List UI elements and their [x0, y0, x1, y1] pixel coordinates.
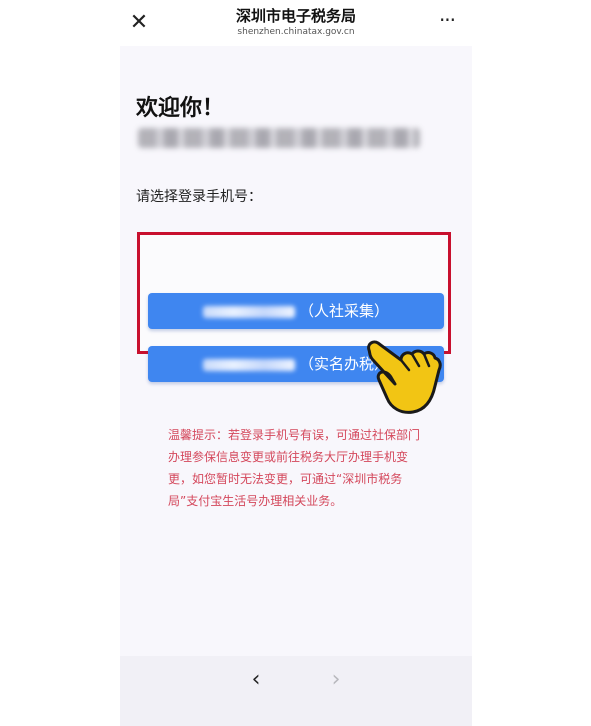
bottom-nav-bar: ‹ ›: [120, 656, 472, 726]
title-area: 深圳市电子税务局 shenzhen.chinatax.gov.cn: [180, 6, 412, 38]
more-icon[interactable]: ···: [436, 10, 458, 32]
close-icon[interactable]: ✕: [128, 12, 150, 34]
phone-screen: ✕ 深圳市电子税务局 shenzhen.chinatax.gov.cn ··· …: [120, 0, 472, 726]
welcome-heading: 欢迎你！: [136, 96, 225, 121]
page-title: 深圳市电子税务局: [235, 7, 356, 25]
masked-user-id: [138, 128, 420, 148]
notice-text: 温馨提示：若登录手机号有误，可通过社保部门办理参保信息变更或前往税务大厅办理手机…: [168, 428, 421, 508]
main-content: 欢迎你！ 请选择登录手机号： （人社采集） （实名办税） 温馨提示：若登录手机号…: [120, 46, 472, 656]
phone-option-social-security-button[interactable]: （人社采集）: [148, 293, 444, 329]
back-arrow-icon[interactable]: ‹: [246, 668, 266, 692]
pointing-hand-icon: [367, 340, 442, 414]
page-domain: shenzhen.chinatax.gov.cn: [237, 27, 355, 37]
forward-arrow-icon[interactable]: ›: [326, 668, 346, 692]
masked-phone-number: [202, 358, 295, 371]
masked-phone-number: [202, 305, 295, 318]
phone-option-label: （人社采集）: [298, 302, 389, 320]
top-bar: ✕ 深圳市电子税务局 shenzhen.chinatax.gov.cn ···: [120, 0, 472, 46]
choose-phone-label: 请选择登录手机号：: [136, 189, 262, 205]
